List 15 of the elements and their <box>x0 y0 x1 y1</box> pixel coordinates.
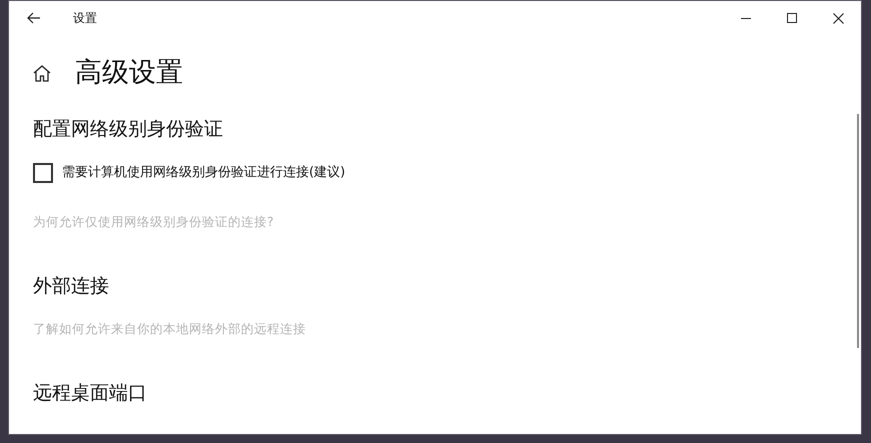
help-link[interactable]: 为何允许仅使用网络级别身份验证的连接? <box>33 213 274 232</box>
page-title: 高级设置 <box>75 56 183 90</box>
checkbox[interactable] <box>33 163 53 183</box>
checkbox-option[interactable]: 需要计算机使用网络级别身份验证进行连接(建议) <box>33 163 346 183</box>
back-arrow-icon <box>27 12 41 24</box>
window-title: 设置 <box>73 10 97 27</box>
section-heading: 配置网络级别身份验证 <box>33 117 224 142</box>
help-link[interactable]: 了解如何允许来自你的本地网络外部的远程连接 <box>33 320 306 338</box>
home-button[interactable] <box>32 63 52 83</box>
section-heading: 外部连接 <box>33 274 110 299</box>
close-icon <box>832 12 844 24</box>
home-icon <box>33 64 51 82</box>
maximize-icon <box>787 13 797 23</box>
scrollbar[interactable] <box>857 114 859 348</box>
section-heading: 远程桌面端口 <box>33 380 148 406</box>
